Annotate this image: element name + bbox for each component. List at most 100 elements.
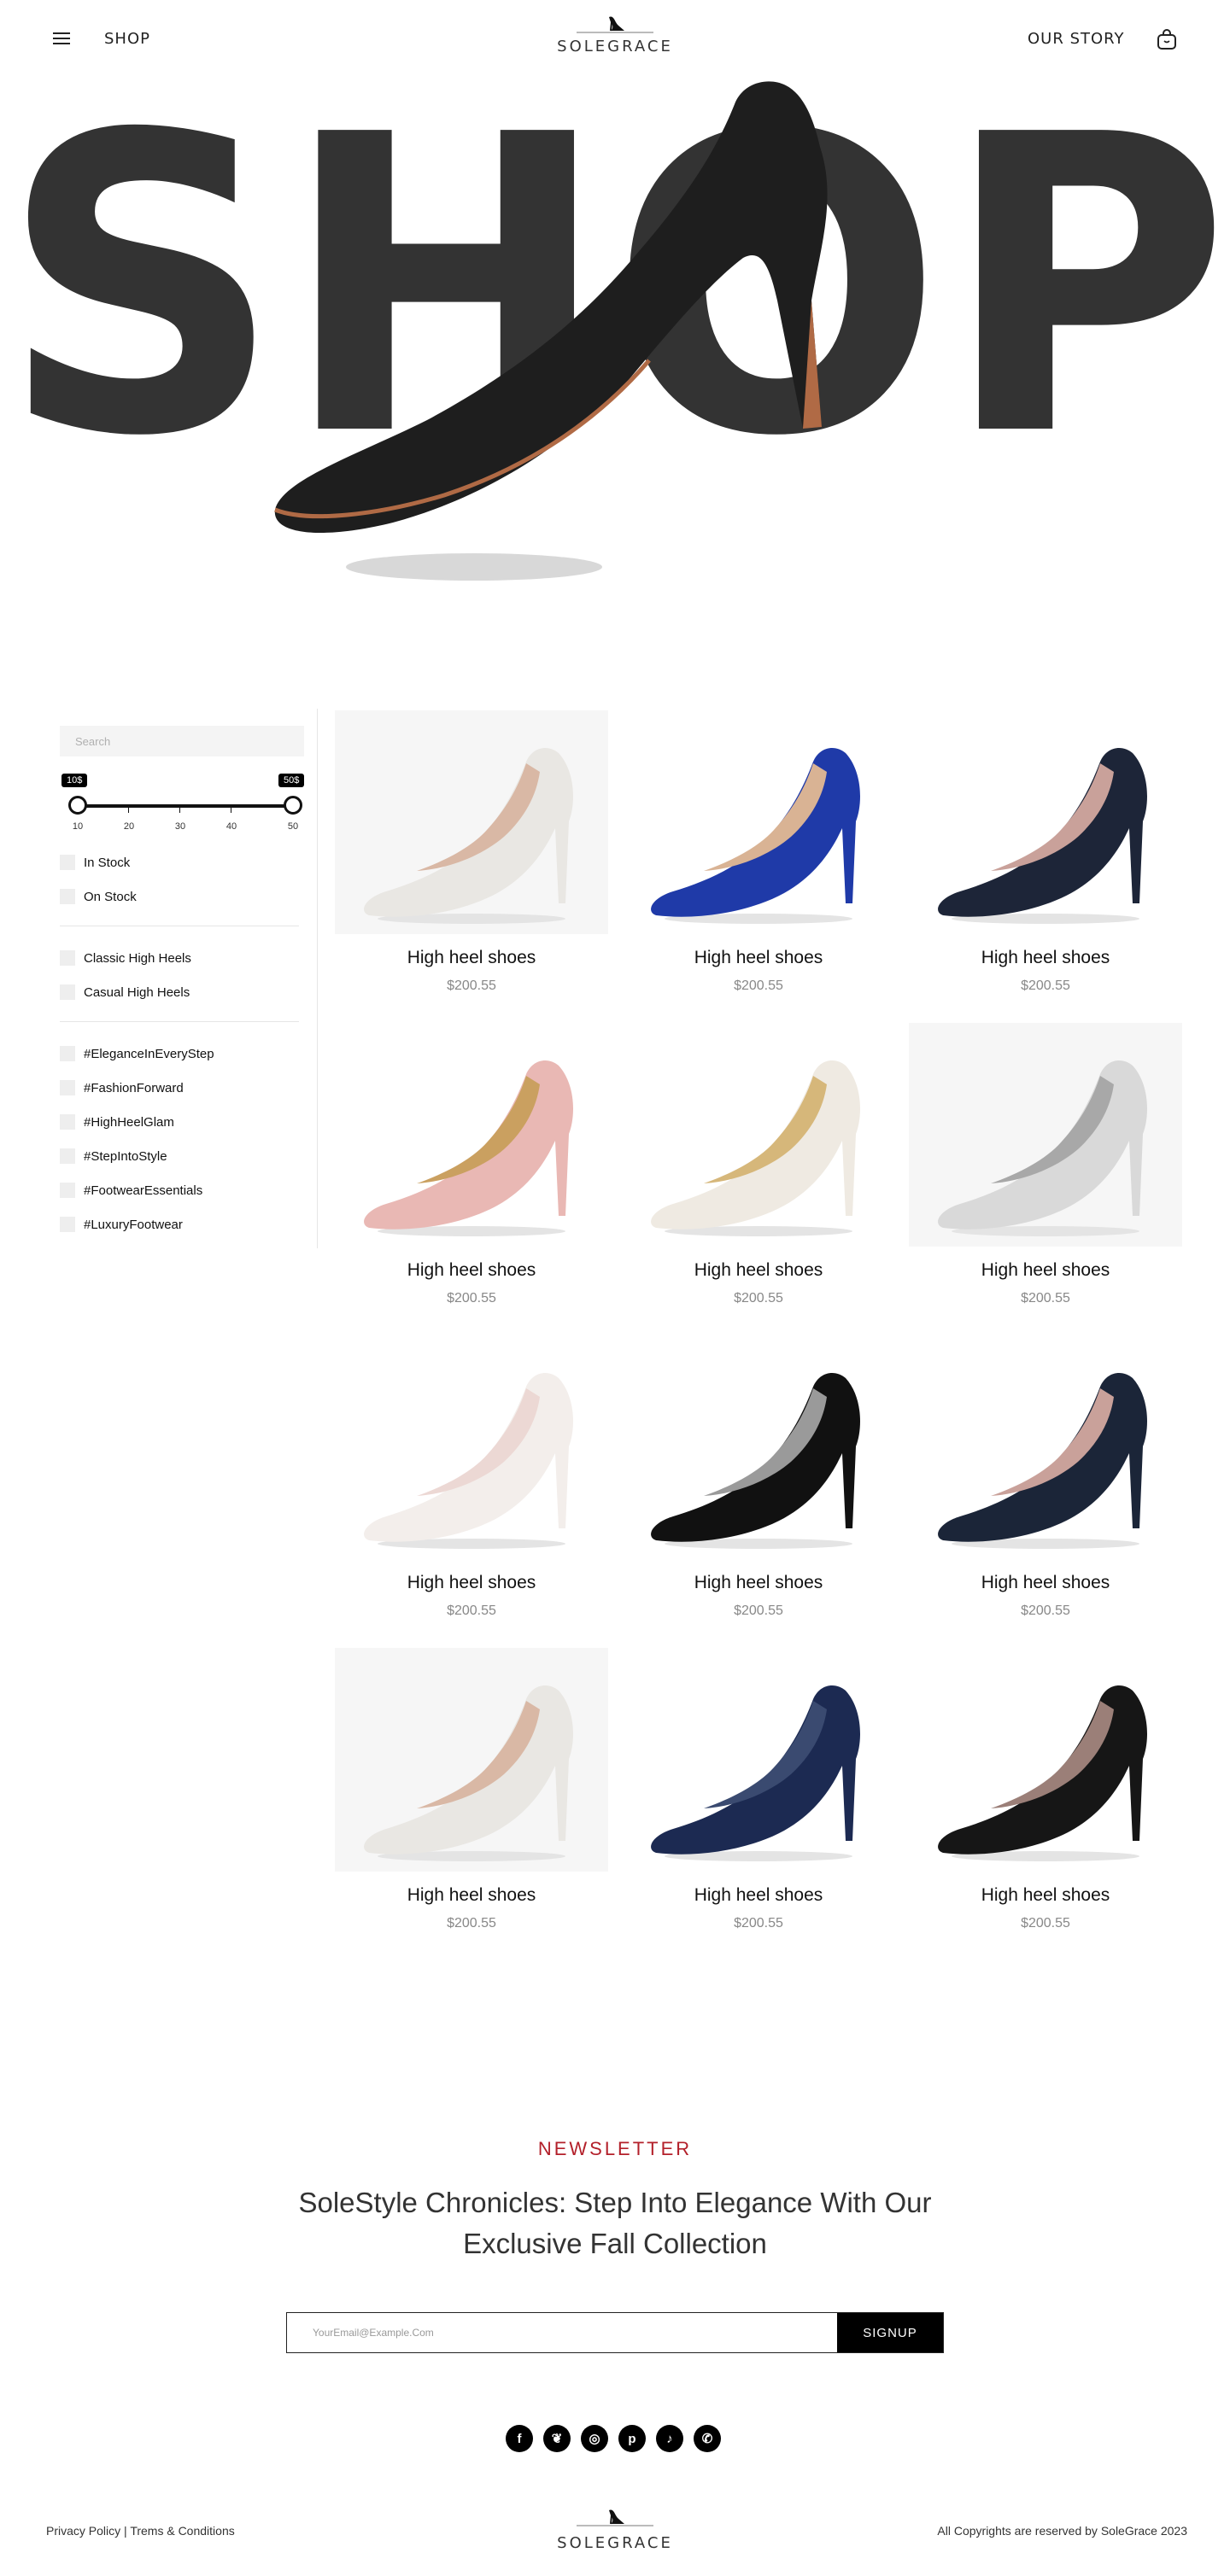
checkbox[interactable]	[60, 984, 75, 1000]
product-name[interactable]: High heel shoes	[622, 948, 895, 968]
filter-in-stock[interactable]: In Stock	[60, 845, 299, 879]
filter-label: #HighHeelGlam	[84, 1114, 174, 1130]
checkbox[interactable]	[60, 855, 75, 870]
product-name[interactable]: High heel shoes	[909, 1260, 1182, 1281]
hamburger-menu-icon[interactable]	[53, 32, 70, 46]
product-price: $200.55	[1021, 978, 1070, 993]
facebook-icon[interactable]: f	[506, 2425, 533, 2452]
filter-tag[interactable]: #LuxuryFootwear	[60, 1207, 299, 1241]
checkbox[interactable]	[60, 950, 75, 966]
product-image[interactable]	[622, 1648, 895, 1872]
instagram-icon[interactable]: ◎	[581, 2425, 608, 2452]
product-price: $200.55	[1021, 1916, 1070, 1931]
product-image[interactable]	[909, 1648, 1182, 1872]
product-image[interactable]	[909, 710, 1182, 934]
checkbox[interactable]	[60, 1183, 75, 1198]
logo-heel-icon	[577, 2509, 653, 2526]
product-card[interactable]: High heel shoes $200.55	[335, 710, 608, 1001]
checkbox[interactable]	[60, 1080, 75, 1095]
product-image[interactable]	[909, 1335, 1182, 1559]
product-card[interactable]: High heel shoes $200.55	[909, 710, 1182, 1001]
search-input[interactable]	[60, 726, 304, 756]
tick-label: 40	[226, 821, 237, 832]
product-price: $200.55	[734, 978, 783, 993]
product-name[interactable]: High heel shoes	[335, 1573, 608, 1593]
product-card[interactable]: High heel shoes $200.55	[335, 1648, 608, 1938]
product-name[interactable]: High heel shoes	[335, 948, 608, 968]
divider	[60, 1021, 299, 1022]
filter-sidebar: 10$ 50$ 10 20 30 40 50 In Stock On Stock…	[60, 709, 318, 1248]
snapchat-icon[interactable]: ❦	[543, 2425, 571, 2452]
logo[interactable]: SOLEGRACE	[554, 14, 676, 61]
product-image[interactable]	[335, 1023, 608, 1247]
product-card[interactable]: High heel shoes $200.55	[622, 1335, 895, 1626]
product-card[interactable]: High heel shoes $200.55	[909, 1335, 1182, 1626]
product-card[interactable]: High heel shoes $200.55	[622, 710, 895, 1001]
footer-links: Privacy Policy | Trems & Conditions	[46, 2524, 235, 2538]
checkbox[interactable]	[60, 1114, 75, 1130]
product-price: $200.55	[447, 1603, 496, 1618]
signup-button[interactable]: SIGNUP	[837, 2313, 943, 2352]
filter-tag[interactable]: #FootwearEssentials	[60, 1173, 299, 1207]
shopping-bag-icon[interactable]	[1157, 28, 1177, 50]
product-price: $200.55	[447, 978, 496, 993]
nav-link-shop[interactable]: SHOP	[104, 30, 150, 48]
filter-tag[interactable]: #EleganceInEveryStep	[60, 1037, 299, 1071]
product-name[interactable]: High heel shoes	[909, 948, 1182, 968]
product-image[interactable]	[909, 1023, 1182, 1247]
product-name[interactable]: High heel shoes	[622, 1885, 895, 1906]
email-field[interactable]	[287, 2313, 837, 2352]
slider-tick	[128, 808, 129, 813]
product-card[interactable]: High heel shoes $200.55	[622, 1023, 895, 1313]
filter-tag[interactable]: #FashionForward	[60, 1071, 299, 1105]
product-name[interactable]: High heel shoes	[622, 1260, 895, 1281]
filter-label: Classic High Heels	[84, 950, 191, 966]
whatsapp-icon[interactable]: ✆	[694, 2425, 721, 2452]
filter-label: In Stock	[84, 855, 131, 870]
tick-label: 30	[174, 821, 186, 832]
nav-link-our-story[interactable]: OUR STORY	[1028, 30, 1125, 48]
product-image[interactable]	[335, 1335, 608, 1559]
product-card[interactable]: High heel shoes $200.55	[335, 1023, 608, 1313]
checkbox[interactable]	[60, 889, 75, 904]
slider-handle-min[interactable]	[68, 796, 87, 815]
tiktok-icon[interactable]: ♪	[656, 2425, 683, 2452]
product-name[interactable]: High heel shoes	[335, 1260, 608, 1281]
filter-classic-high-heels[interactable]: Classic High Heels	[60, 941, 299, 975]
slider-tick	[179, 808, 180, 813]
filter-casual-high-heels[interactable]: Casual High Heels	[60, 975, 299, 1009]
product-card[interactable]: High heel shoes $200.55	[909, 1023, 1182, 1313]
product-image[interactable]	[622, 710, 895, 934]
pinterest-icon[interactable]: p	[618, 2425, 646, 2452]
site-header: SHOP SOLEGRACE OUR STORY	[0, 0, 1230, 79]
price-range-slider[interactable]: 10$ 50$ 10 20 30 40 50	[60, 774, 316, 833]
copyright-text: All Copyrights are reserved by SoleGrace…	[937, 2524, 1187, 2538]
slider-track[interactable]	[77, 804, 292, 808]
filter-tag[interactable]: #StepIntoStyle	[60, 1139, 299, 1173]
product-image[interactable]	[622, 1023, 895, 1247]
filter-on-stock[interactable]: On Stock	[60, 879, 299, 914]
product-image[interactable]	[335, 710, 608, 934]
product-name[interactable]: High heel shoes	[909, 1885, 1182, 1906]
product-name[interactable]: High heel shoes	[622, 1573, 895, 1593]
footer-logo[interactable]: SOLEGRACE	[554, 2507, 676, 2555]
filter-label: #FashionForward	[84, 1080, 184, 1095]
product-image[interactable]	[622, 1335, 895, 1559]
filter-label: Casual High Heels	[84, 984, 190, 1000]
filter-label: #StepIntoStyle	[84, 1148, 167, 1164]
slider-handle-max[interactable]	[284, 796, 302, 815]
terms-link[interactable]: Trems & Conditions	[130, 2524, 234, 2538]
filter-tag[interactable]: #HighHeelGlam	[60, 1105, 299, 1139]
product-image[interactable]	[335, 1648, 608, 1872]
product-price: $200.55	[1021, 1291, 1070, 1306]
product-name[interactable]: High heel shoes	[909, 1573, 1182, 1593]
product-card[interactable]: High heel shoes $200.55	[622, 1648, 895, 1938]
checkbox[interactable]	[60, 1148, 75, 1164]
tick-label: 20	[123, 821, 135, 832]
product-name[interactable]: High heel shoes	[335, 1885, 608, 1906]
checkbox[interactable]	[60, 1046, 75, 1061]
privacy-policy-link[interactable]: Privacy Policy	[46, 2524, 120, 2538]
checkbox[interactable]	[60, 1217, 75, 1232]
product-card[interactable]: High heel shoes $200.55	[335, 1335, 608, 1626]
product-card[interactable]: High heel shoes $200.55	[909, 1648, 1182, 1938]
